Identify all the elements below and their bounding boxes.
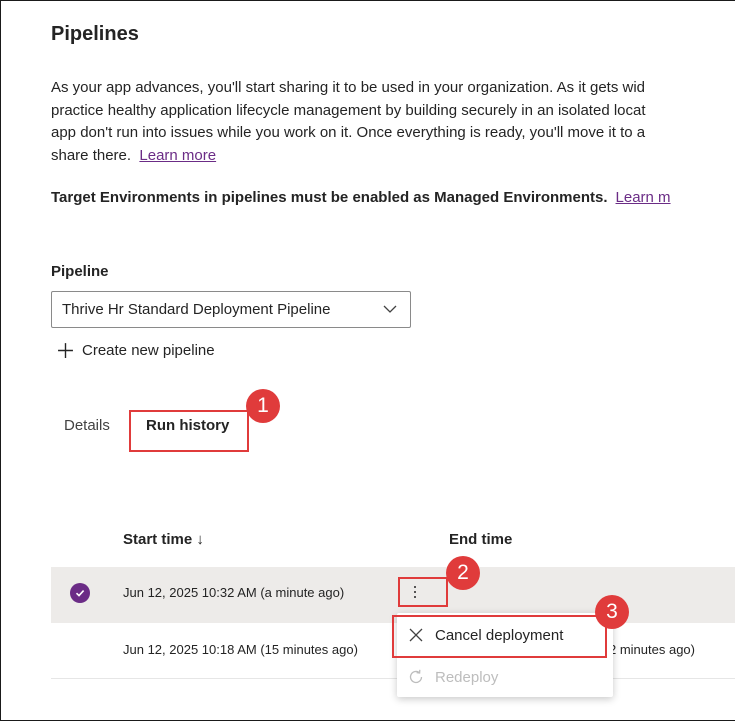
pipeline-selected-value: Thrive Hr Standard Deployment Pipeline: [62, 301, 331, 318]
redeploy-label: Redeploy: [435, 668, 499, 686]
start-time-relative: (15 minutes ago): [260, 642, 358, 657]
column-header-end-time[interactable]: End time: [449, 531, 512, 548]
chevron-down-icon: [383, 305, 397, 313]
redeploy-menu-item[interactable]: Redeploy: [397, 657, 613, 697]
description-line: practice healthy application lifecycle m…: [51, 101, 646, 119]
highlight-box-run-history: [129, 410, 249, 452]
annotation-badge: 2: [446, 556, 480, 590]
start-time-value: Jun 12, 2025 10:32 AM: [123, 585, 257, 600]
managed-environments-warning: Target Environments in pipelines must be…: [51, 189, 671, 206]
create-new-pipeline-button[interactable]: Create new pipeline: [57, 342, 215, 359]
highlight-box-cancel-deployment: [392, 615, 607, 658]
description-line: share there. Learn more: [51, 145, 646, 168]
row-end-time-partial: 2 minutes ago): [609, 642, 695, 657]
learn-more-link[interactable]: Learn more: [139, 147, 216, 164]
warning-text: Target Environments in pipelines must be…: [51, 189, 608, 206]
redeploy-icon: [409, 669, 423, 684]
page-frame: Pipelines As your app advances, you'll s…: [0, 0, 735, 721]
highlight-box-more-actions: [398, 577, 448, 607]
row-start-time: Jun 12, 2025 10:32 AM (a minute ago): [123, 585, 344, 600]
row-selected-check-icon[interactable]: [70, 583, 90, 603]
annotation-badge: 1: [246, 389, 280, 423]
description-line: As your app advances, you'll start shari…: [51, 79, 646, 96]
description-line-end: share there.: [51, 146, 132, 164]
create-new-pipeline-label: Create new pipeline: [82, 342, 215, 359]
plus-icon: [58, 343, 73, 358]
start-time-relative: (a minute ago): [260, 585, 345, 600]
column-header-start-time[interactable]: Start time ↓: [123, 531, 204, 548]
tab-details[interactable]: Details: [64, 417, 110, 434]
start-time-value: Jun 12, 2025 10:18 AM: [123, 642, 257, 657]
pipeline-label: Pipeline: [51, 263, 109, 280]
row-start-time: Jun 12, 2025 10:18 AM (15 minutes ago): [123, 642, 358, 657]
page-description: As your app advances, you'll start shari…: [51, 77, 646, 167]
annotation-badge: 3: [595, 595, 629, 629]
pipeline-dropdown[interactable]: Thrive Hr Standard Deployment Pipeline: [51, 291, 411, 328]
warning-learn-more-link[interactable]: Learn m: [616, 189, 671, 206]
description-line: app don't run into issues while you work…: [51, 124, 646, 141]
page-title: Pipelines: [51, 23, 139, 45]
